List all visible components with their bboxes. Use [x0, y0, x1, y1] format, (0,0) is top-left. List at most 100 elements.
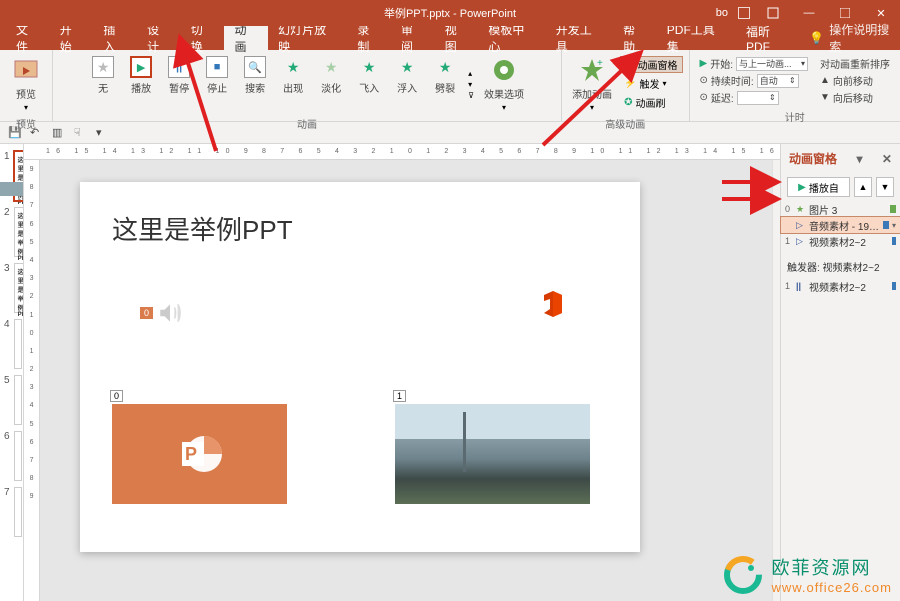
- play-icon: ▷: [796, 220, 806, 231]
- ribbon-display-icon[interactable]: [760, 0, 786, 26]
- title-bar: 举例PPT.pptx - PowerPoint bo — ✕: [0, 0, 900, 26]
- tab-transitions[interactable]: 切换: [181, 26, 225, 50]
- tab-review[interactable]: 审阅: [391, 26, 435, 50]
- anim-pause[interactable]: ||暂停: [162, 54, 196, 114]
- effect-options-button[interactable]: 效果选项 ▾: [480, 54, 528, 114]
- tab-home[interactable]: 开始: [50, 26, 94, 50]
- overflow-icon[interactable]: ▾: [96, 126, 110, 140]
- anim-play[interactable]: ▶播放: [124, 54, 158, 114]
- anim-appear[interactable]: ★出现: [276, 54, 310, 114]
- add-animation-button[interactable]: + 添加动画 ▾: [568, 54, 616, 114]
- trigger-icon: ⚡: [624, 78, 636, 89]
- animation-list: 0 ★ 图片 3 ▷ 音频素材 - 1967 ▾ 1 ▷ 视频素材2~2: [781, 201, 900, 249]
- chevron-down-icon: ▾: [24, 103, 28, 112]
- reorder-label: 对动画重新排序: [820, 56, 890, 71]
- thumbnail-3[interactable]: 3这里是举例PPT: [0, 260, 23, 316]
- move-earlier-button[interactable]: ▲向前移动: [820, 73, 890, 88]
- animation-pane-button[interactable]: ▤动画窗格: [620, 56, 682, 73]
- slide[interactable]: 这里是举例PPT 0 0 P 1: [80, 182, 640, 552]
- touch-icon[interactable]: ☟: [74, 126, 88, 140]
- anim-fade[interactable]: ★淡化: [314, 54, 348, 114]
- thumbnail-7[interactable]: 7: [0, 484, 23, 540]
- audio-object[interactable]: 0: [140, 300, 183, 326]
- preview-icon: [12, 56, 40, 84]
- clock-icon: ⊙: [700, 75, 708, 86]
- user-name: bo: [716, 7, 728, 19]
- tell-me-search[interactable]: 💡 操作说明搜索: [809, 21, 900, 55]
- tab-template[interactable]: 模板中心: [478, 26, 545, 50]
- thumbnail-2[interactable]: 2这里是举例PPT: [0, 204, 23, 260]
- play-icon: ▷: [796, 236, 806, 247]
- move-down-button[interactable]: ▼: [876, 177, 894, 197]
- speaker-icon: [157, 300, 183, 326]
- thumbnail-5[interactable]: 5: [0, 372, 23, 428]
- gallery-more-icon[interactable]: ⊽: [468, 91, 474, 100]
- user-avatar-icon[interactable]: [738, 7, 750, 19]
- tab-foxit[interactable]: 福昕PDF: [736, 26, 803, 50]
- ppt-image[interactable]: 0 P: [112, 404, 287, 504]
- duration-input[interactable]: 自动⇕: [757, 74, 799, 88]
- anim-item-2[interactable]: ▷ 音频素材 - 1967 ▾: [781, 217, 900, 233]
- anim-flyin[interactable]: ★飞入: [352, 54, 386, 114]
- group-animation: 动画: [297, 114, 317, 133]
- save-icon[interactable]: 💾: [8, 126, 22, 140]
- start-select[interactable]: 与上一动画...▾: [736, 57, 808, 71]
- star-icon: ★: [325, 59, 338, 76]
- anim-float[interactable]: ★浮入: [390, 54, 424, 114]
- tab-animations[interactable]: 动画: [224, 26, 268, 50]
- anim-split[interactable]: ★劈裂: [428, 54, 462, 114]
- tab-record[interactable]: 录制: [347, 26, 391, 50]
- slide-thumbnails: 1这里是举例PPT 2这里是举例PPT 3这里是举例PPT 4 5 6 7: [0, 144, 24, 601]
- anim-search[interactable]: 🔍搜索: [238, 54, 272, 114]
- trigger-button[interactable]: ⚡触发▾: [620, 75, 682, 92]
- close-pane-icon[interactable]: ✕: [882, 152, 892, 166]
- star-icon: ★: [439, 59, 452, 76]
- play-icon: ▶: [137, 61, 145, 74]
- tab-help[interactable]: 帮助: [613, 26, 657, 50]
- tab-design[interactable]: 设计: [137, 26, 181, 50]
- trigger-label: 触发器: 视频素材2~2: [781, 255, 900, 278]
- tab-file[interactable]: 文件: [6, 26, 50, 50]
- watermark: 欧菲资源网 www.office26.com: [723, 554, 892, 595]
- down-icon: ▼: [820, 92, 830, 103]
- gallery-down-icon[interactable]: ▾: [468, 80, 474, 89]
- slide-title[interactable]: 这里是举例PPT: [112, 210, 608, 247]
- office-logo[interactable]: [536, 287, 570, 321]
- search-icon: 🔍: [248, 61, 262, 74]
- chevron-down-icon[interactable]: ▾: [856, 152, 862, 166]
- quick-access-toolbar: 💾 ↶ ▥ ☟ ▾: [0, 122, 900, 144]
- animation-painter-button[interactable]: ✪动画刷: [620, 94, 682, 111]
- play-icon: ▶: [700, 58, 708, 69]
- delay-input[interactable]: ⇕: [737, 91, 779, 105]
- anim-none[interactable]: ★无: [86, 54, 120, 114]
- anim-stop[interactable]: ■停止: [200, 54, 234, 114]
- tab-insert[interactable]: 插入: [93, 26, 137, 50]
- undo-icon[interactable]: ↶: [30, 126, 44, 140]
- anim-trigger-item[interactable]: 1 || 视频素材2~2: [781, 278, 900, 294]
- anim-item-3[interactable]: 1 ▷ 视频素材2~2: [781, 233, 900, 249]
- play-from-button[interactable]: ▶播放自: [787, 177, 850, 197]
- thumbnail-1[interactable]: 1这里是举例PPT: [0, 148, 23, 204]
- star-icon: ★: [401, 59, 414, 76]
- tab-pdftools[interactable]: PDF工具集: [657, 26, 736, 50]
- work-area: 1这里是举例PPT 2这里是举例PPT 3这里是举例PPT 4 5 6 7 1 6…: [0, 144, 900, 601]
- move-later-button[interactable]: ▼向后移动: [820, 90, 890, 105]
- anim-item-1[interactable]: 0 ★ 图片 3: [781, 201, 900, 217]
- chevron-down-icon[interactable]: ▾: [892, 221, 896, 230]
- tab-slideshow[interactable]: 幻灯片放映: [268, 26, 347, 50]
- group-timing: 计时: [785, 107, 805, 126]
- tab-view[interactable]: 视图: [435, 26, 479, 50]
- ruler-vertical: 9876543210123456789: [24, 160, 40, 601]
- preview-button[interactable]: 预览 ▾: [6, 54, 46, 114]
- video-image[interactable]: 1: [395, 404, 590, 504]
- tab-devtools[interactable]: 开发工具: [546, 26, 613, 50]
- watermark-text: 欧菲资源网: [771, 554, 892, 580]
- group-advanced: 高级动画: [605, 114, 645, 133]
- scrollbar-vertical[interactable]: [772, 160, 780, 601]
- thumbnail-4[interactable]: 4: [0, 316, 23, 372]
- editor-canvas: 16 15 14 13 12 11 10 9 8 7 6 5 4 3 2 1 0…: [24, 144, 780, 601]
- mode-icon[interactable]: ▥: [52, 126, 66, 140]
- move-up-button[interactable]: ▲: [854, 177, 872, 197]
- gallery-up-icon[interactable]: ▴: [468, 69, 474, 78]
- thumbnail-6[interactable]: 6: [0, 428, 23, 484]
